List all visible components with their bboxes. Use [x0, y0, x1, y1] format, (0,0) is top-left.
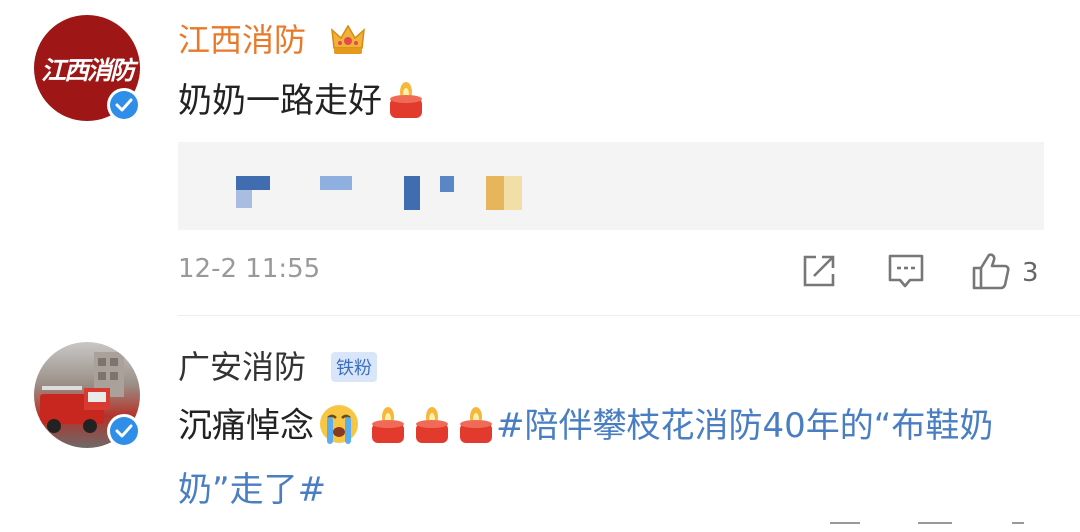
username[interactable]: 江西消防 — [178, 20, 306, 60]
timestamp: 12-2 11:55 — [178, 254, 321, 284]
blurred-thumbnail — [320, 176, 352, 190]
crown-icon — [330, 22, 366, 60]
blurred-thumbnail — [440, 176, 454, 192]
candle-emoji-icon — [368, 403, 408, 462]
reply-button[interactable] — [886, 252, 926, 294]
candle-emoji-icon — [456, 403, 496, 462]
thumbs-up-icon — [970, 250, 1012, 296]
crying-face-emoji-icon — [318, 403, 360, 462]
verified-badge-icon — [107, 414, 141, 448]
blurred-thumbnail — [404, 176, 420, 210]
candle-emoji-icon — [412, 403, 452, 462]
like-button[interactable]: 3 — [970, 250, 1039, 296]
next-action-row-peek — [830, 522, 860, 532]
share-icon — [800, 252, 838, 294]
fan-badge: 铁粉 — [331, 352, 377, 382]
next-action-row-peek — [918, 522, 952, 532]
comment-text: 沉痛悼念 #陪伴攀枝花消防40年的“布鞋奶奶”走了# — [178, 398, 1058, 518]
avatar-logo-text: 江西消防 — [40, 56, 135, 85]
username[interactable]: 广安消防 — [178, 347, 306, 387]
divider — [178, 315, 1080, 316]
comment-body: 奶奶一路走好 — [178, 81, 382, 121]
candle-emoji-icon — [386, 78, 426, 137]
quoted-content-placeholder[interactable] — [178, 142, 1044, 230]
blurred-thumbnail — [236, 176, 270, 190]
comment-icon — [886, 252, 926, 294]
share-button[interactable] — [800, 252, 838, 294]
blurred-thumbnail — [236, 190, 252, 208]
next-action-row-peek — [1012, 522, 1024, 532]
comment-body: 沉痛悼念 — [178, 406, 314, 446]
verified-badge-icon — [107, 88, 141, 122]
like-count: 3 — [1022, 258, 1039, 288]
blurred-thumbnail — [486, 176, 522, 210]
comment-text: 奶奶一路走好 — [178, 73, 426, 137]
